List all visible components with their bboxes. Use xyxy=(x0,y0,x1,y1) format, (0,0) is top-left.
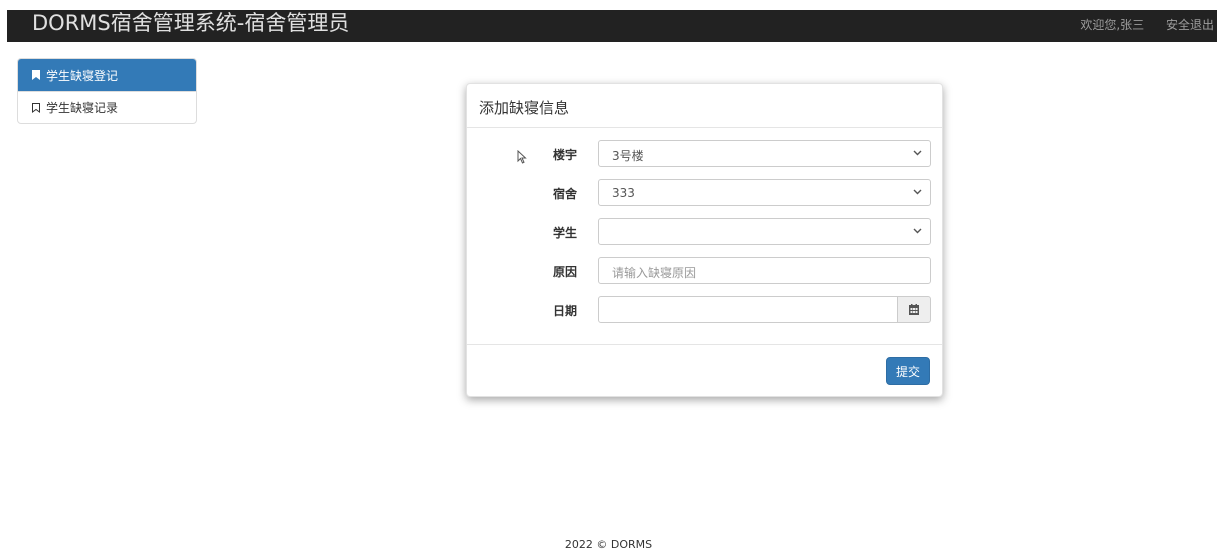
form-row-dorm: 宿舍 333 xyxy=(467,179,942,207)
building-select[interactable]: 3号楼 xyxy=(598,140,931,167)
user-menu: 欢迎您,张三 安全退出 xyxy=(1080,16,1214,33)
bookmark-outline-icon xyxy=(32,102,40,113)
sidebar-item-label: 学生缺寝登记 xyxy=(46,68,119,83)
panel-footer: 提交 xyxy=(467,344,942,396)
building-label: 楼宇 xyxy=(552,148,577,162)
app-brand-title[interactable]: DORMS宿舍管理系统-宿舍管理员 xyxy=(32,10,349,36)
reason-input[interactable]: 请输入缺寝原因 xyxy=(598,257,931,284)
form-row-date: 日期 xyxy=(467,296,942,324)
sidebar-item-absence-records[interactable]: 学生缺寝记录 xyxy=(18,91,196,123)
form-row-student: 学生 xyxy=(467,218,942,246)
add-absence-panel: 添加缺寝信息 楼宇 3号楼 宿舍 333 学生 原因 请输入缺寝原因 日期 提交 xyxy=(466,83,943,397)
absence-form: 楼宇 3号楼 宿舍 333 学生 原因 请输入缺寝原因 日期 xyxy=(467,128,942,346)
welcome-text: 欢迎您,张三 xyxy=(1080,18,1145,32)
form-row-building: 楼宇 3号楼 xyxy=(467,140,942,168)
form-row-reason: 原因 请输入缺寝原因 xyxy=(467,257,942,285)
sidebar-item-absence-register[interactable]: 学生缺寝登记 xyxy=(18,59,196,91)
panel-title: 添加缺寝信息 xyxy=(467,84,942,128)
mouse-cursor-icon xyxy=(517,150,527,164)
dorm-select-value: 333 xyxy=(612,186,635,200)
reason-label: 原因 xyxy=(552,265,577,279)
top-navbar: DORMS宿舍管理系统-宿舍管理员 欢迎您,张三 安全退出 xyxy=(7,10,1217,42)
chevron-down-icon xyxy=(913,150,922,156)
bookmark-filled-icon xyxy=(32,70,40,80)
date-label: 日期 xyxy=(552,304,577,318)
sidebar-item-label: 学生缺寝记录 xyxy=(46,101,119,115)
calendar-icon xyxy=(909,304,919,315)
reason-placeholder: 请输入缺寝原因 xyxy=(612,266,697,280)
student-select[interactable] xyxy=(598,218,931,245)
page-footer: 2022 © DORMS xyxy=(564,538,653,551)
sidebar-menu: 学生缺寝登记 学生缺寝记录 xyxy=(17,58,197,124)
date-picker xyxy=(598,296,931,323)
calendar-button[interactable] xyxy=(897,296,931,323)
submit-button[interactable]: 提交 xyxy=(886,357,930,385)
dorm-select[interactable]: 333 xyxy=(598,179,931,206)
student-label: 学生 xyxy=(552,226,577,240)
chevron-down-icon xyxy=(913,228,922,234)
building-select-value: 3号楼 xyxy=(612,149,644,163)
date-input[interactable] xyxy=(598,296,898,323)
logout-link[interactable]: 安全退出 xyxy=(1166,18,1214,32)
dorm-label: 宿舍 xyxy=(552,187,577,201)
chevron-down-icon xyxy=(913,189,922,195)
